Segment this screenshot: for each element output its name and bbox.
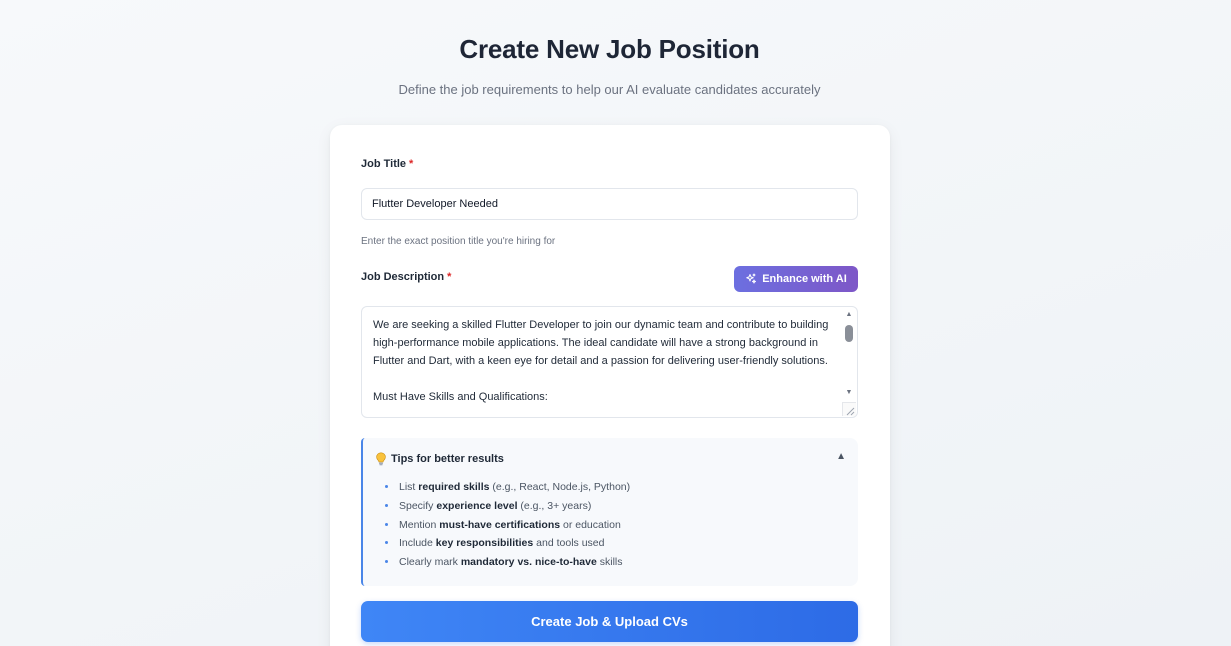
job-description-text: We are seeking a skilled Flutter Develop… [373, 319, 829, 403]
required-mark: * [447, 271, 452, 283]
resize-handle-icon[interactable] [842, 402, 856, 416]
scroll-up-arrow-icon[interactable]: ▲ [844, 310, 854, 320]
job-title-label: Job Title * [361, 158, 413, 170]
lightbulb-icon [376, 452, 386, 466]
tip-item: Specify experience level (e.g., 3+ years… [383, 499, 630, 518]
scroll-thumb[interactable] [845, 325, 853, 342]
job-form-card: Job Title* Enter the exact position titl… [330, 125, 890, 646]
tip-item: Include key responsibilities and tools u… [383, 536, 630, 555]
required-mark: * [409, 158, 414, 170]
chevron-up-icon[interactable]: ▲ [836, 451, 846, 462]
tips-title: Tips for better results [391, 453, 504, 465]
sparkle-icon [746, 273, 757, 284]
tips-list: List required skills (e.g., React, Node.… [383, 480, 630, 574]
tip-item: List required skills (e.g., React, Node.… [383, 480, 630, 499]
tip-item: Clearly mark mandatory vs. nice-to-have … [383, 555, 630, 574]
create-job-upload-cvs-button[interactable]: Create Job & Upload CVs [361, 601, 858, 642]
enhance-with-ai-button[interactable]: Enhance with AI [734, 266, 858, 292]
scrollbar[interactable]: ▲ ▼ [842, 308, 856, 404]
scroll-down-arrow-icon[interactable]: ▼ [844, 388, 854, 398]
job-title-label-text: Job Title [361, 158, 407, 170]
job-description-textarea[interactable]: We are seeking a skilled Flutter Develop… [361, 306, 858, 418]
enhance-button-label: Enhance with AI [762, 273, 847, 285]
job-title-input[interactable] [361, 188, 858, 220]
page: Create New Job Position Define the job r… [0, 0, 1231, 646]
tips-header[interactable]: Tips for better results [375, 452, 504, 466]
job-description-label-text: Job Description [361, 271, 445, 283]
job-description-label: Job Description * [361, 271, 451, 283]
job-title-hint: Enter the exact position title you're hi… [361, 236, 556, 247]
page-subtitle: Define the job requirements to help our … [398, 82, 821, 97]
tips-panel: Tips for better results ▲ List required … [361, 438, 858, 586]
tip-item: Mention must-have certifications or educ… [383, 518, 630, 537]
page-title: Create New Job Position [459, 34, 760, 64]
